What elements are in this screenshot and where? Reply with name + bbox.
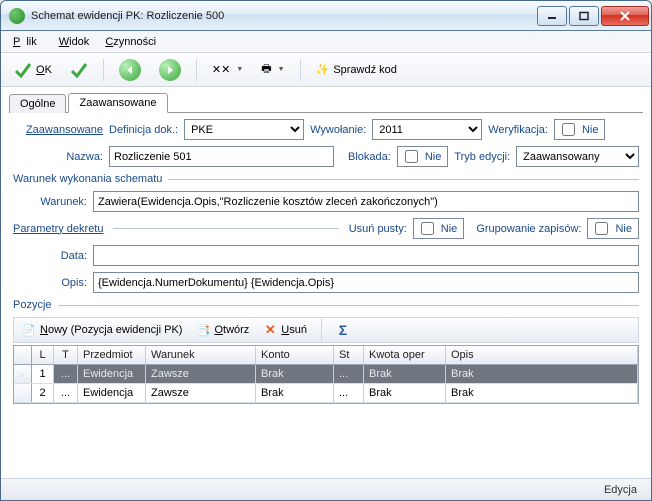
chevron-down-icon: ▼	[278, 66, 285, 73]
menu-plik[interactable]: Plik	[7, 34, 49, 50]
grid-row[interactable]: 2 ... Ewidencja Zawsze Brak ... Brak Bra…	[14, 384, 638, 403]
input-opis[interactable]	[93, 272, 639, 293]
col-konto[interactable]: Konto	[256, 346, 334, 364]
grid-header: L T Przedmiot Warunek Konto St Kwota ope…	[14, 346, 638, 365]
printer-icon: 🖶	[261, 60, 271, 79]
col-t[interactable]: T	[54, 346, 78, 364]
grid-sum-button[interactable]: Σ	[332, 321, 354, 339]
ok-button[interactable]: OK	[7, 57, 59, 83]
document-new-icon: 📄	[22, 323, 36, 337]
label-blokada: Blokada:	[348, 151, 391, 163]
label-definicja: Definicja dok.:	[109, 124, 178, 136]
tools-icon: ✕✕	[212, 63, 230, 76]
col-opis[interactable]: Opis	[446, 346, 638, 364]
row-indicator: ▸	[14, 365, 32, 383]
check-code-button[interactable]: ✨ Sprawdź kod	[309, 57, 404, 83]
tab-zaawansowane[interactable]: Zaawansowane	[68, 93, 167, 113]
window-title: Schemat ewidencji PK: Rozliczenie 500	[31, 10, 537, 22]
sigma-icon: Σ	[336, 323, 350, 337]
status-mode: Edycja	[604, 484, 637, 496]
menu-widok[interactable]: Widok	[53, 34, 96, 50]
col-kwota[interactable]: Kwota oper	[364, 346, 446, 364]
titlebar: Schemat ewidencji PK: Rozliczenie 500	[1, 1, 651, 31]
statusbar: Edycja	[1, 478, 651, 500]
wand-icon: ✨	[316, 63, 330, 76]
grid-open-button[interactable]: 📑Otwórz	[192, 321, 253, 339]
grid-new-button[interactable]: 📄Nowy (Pozycja ewidencji PK)	[18, 321, 186, 339]
delete-x-icon: ✕	[263, 323, 277, 337]
tab-ogolne[interactable]: Ogólne	[9, 94, 66, 113]
label-usun-pusty: Usuń pusty:	[349, 223, 407, 235]
arrow-left-icon	[119, 59, 141, 81]
label-nazwa: Nazwa:	[13, 151, 103, 163]
select-tryb[interactable]: Zaawansowany	[516, 146, 639, 167]
window: Schemat ewidencji PK: Rozliczenie 500 Pl…	[0, 0, 652, 501]
select-definicja[interactable]: PKE	[184, 119, 304, 140]
checkbox-usun-pusty[interactable]: Nie	[413, 218, 465, 239]
checkbox-blokada[interactable]: Nie	[397, 146, 449, 167]
check-icon	[14, 61, 32, 79]
checkbox-weryfikacja[interactable]: Nie	[554, 119, 606, 140]
tabstrip: Ogólne Zaawansowane	[9, 91, 643, 113]
col-przedmiot[interactable]: Przedmiot	[78, 346, 146, 364]
label-grupowanie: Grupowanie zapisów:	[476, 223, 581, 235]
section-pozycje: Pozycje	[13, 299, 52, 311]
chevron-down-icon: ▼	[236, 66, 243, 73]
grid-delete-button[interactable]: ✕Usuń	[259, 321, 311, 339]
row-header-corner	[14, 346, 32, 364]
link-parametry[interactable]: Parametry dekretu	[13, 223, 103, 235]
input-nazwa[interactable]	[109, 146, 334, 167]
grid-row[interactable]: ▸ 1 ... Ewidencja Zawsze Brak ... Brak B…	[14, 365, 638, 384]
close-button[interactable]	[601, 6, 649, 26]
col-l[interactable]: L	[32, 346, 54, 364]
row-indicator	[14, 384, 32, 402]
arrow-right-icon	[159, 59, 181, 81]
app-icon	[9, 8, 25, 24]
back-button[interactable]	[112, 57, 148, 83]
menu-czynnosci[interactable]: Czynności	[99, 34, 162, 50]
label-weryfikacja: Weryfikacja:	[488, 124, 548, 136]
input-warunek[interactable]	[93, 191, 639, 212]
label-wywolanie: Wywołanie:	[310, 124, 366, 136]
print-button[interactable]: 🖶▼	[254, 57, 291, 83]
check-icon	[70, 61, 88, 79]
grid-toolbar: 📄Nowy (Pozycja ewidencji PK) 📑Otwórz ✕Us…	[13, 317, 639, 343]
col-warunek[interactable]: Warunek	[146, 346, 256, 364]
col-st[interactable]: St	[334, 346, 364, 364]
label-tryb: Tryb edycji:	[454, 151, 510, 163]
content: Ogólne Zaawansowane Zaawansowane Definic…	[1, 87, 651, 478]
grid: L T Przedmiot Warunek Konto St Kwota ope…	[13, 345, 639, 404]
forward-button[interactable]	[152, 57, 188, 83]
link-zaawansowane[interactable]: Zaawansowane	[13, 124, 103, 136]
select-wywolanie[interactable]: 2011	[372, 119, 482, 140]
label-opis: Opis:	[13, 277, 87, 289]
tools-button[interactable]: ✕✕ ▼	[205, 57, 250, 83]
section-warunek-schematu: Warunek wykonania schematu	[13, 173, 162, 185]
menubar: Plik Widok Czynności	[1, 31, 651, 53]
document-open-icon: 📑	[196, 323, 210, 337]
minimize-button[interactable]	[537, 6, 567, 26]
label-warunek: Warunek:	[13, 196, 87, 208]
checkbox-grupowanie[interactable]: Nie	[587, 218, 639, 239]
panel-zaawansowane: Zaawansowane Definicja dok.: PKE Wywołan…	[9, 113, 643, 410]
apply-button[interactable]	[63, 57, 95, 83]
label-data: Data:	[13, 250, 87, 262]
input-data[interactable]	[93, 245, 639, 266]
toolbar: OK ✕✕▼ 🖶▼ ✨ Sprawdź kod	[1, 53, 651, 87]
maximize-button[interactable]	[569, 6, 599, 26]
